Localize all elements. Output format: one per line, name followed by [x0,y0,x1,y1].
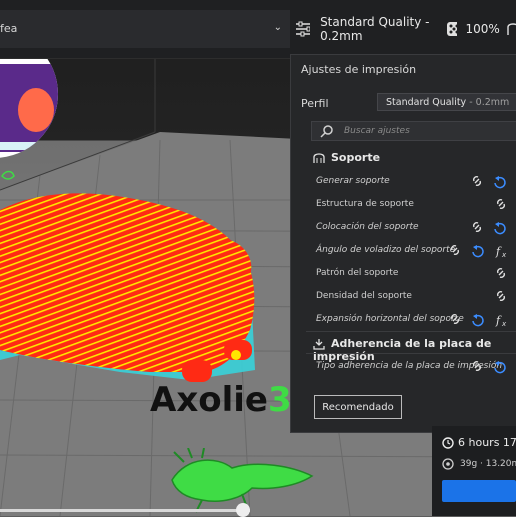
support-category-icon [313,153,325,163]
search-settings-input[interactable]: Buscar ajustes [311,121,516,141]
setting-row[interactable]: Densidad del soporte [316,288,516,306]
spool-icon [442,458,454,470]
chevron-down-icon: ⌄ [273,22,282,33]
row-icons [473,176,506,189]
divider [306,353,516,354]
setting-row[interactable]: Generar soporte [316,173,516,191]
layer-slider-handle[interactable] [236,503,250,517]
divider [306,331,516,332]
link-icon [497,268,505,278]
category-support[interactable]: Soporte [313,151,380,164]
setting-label: Densidad del soporte [316,291,412,301]
svg-text:f: f [495,314,502,327]
profile-suffix: - 0.2mm [466,97,510,108]
link-icon [473,176,481,186]
print-settings-panel: Ajustes de impresión Perfil Standard Qua… [290,54,516,433]
setting-row[interactable]: Tipo adherencia de la placa de impresión [316,358,516,376]
small-logo-icon [1,170,15,180]
profile-dropdown[interactable]: Standard Quality - 0.2mm [377,93,516,111]
infill-percent: 100% [465,22,500,36]
print-estimate: 6 hours 17 m 39g · 13.20m · [432,426,516,516]
material-label: fea [0,22,18,35]
print-settings-summary[interactable]: Standard Quality - 0.2mm 100% [294,10,516,48]
print-time: 6 hours 17 m [458,436,516,449]
link-icon [497,199,505,209]
setting-row[interactable]: Ángulo de voladizo del soporte fx [316,242,516,260]
setting-row[interactable]: Expansión horizontal del soporte fx [316,311,516,329]
setting-row[interactable]: Colocación del soporte [316,219,516,237]
setting-label: Patrón del soporte [316,268,399,278]
adhesion-category-icon [313,339,325,350]
layer-slider-track[interactable] [0,509,250,512]
support-icon [507,23,516,35]
model-body [0,193,255,372]
setting-row[interactable]: Estructura de soporte [316,196,516,214]
setting-label: Colocación del soporte [316,222,419,232]
svg-text:x: x [501,251,507,259]
profile-label: Perfil [301,97,329,110]
setting-label: Estructura de soporte [316,199,414,209]
row-icons: fx [451,245,507,259]
search-placeholder: Buscar ajustes [344,126,410,136]
reset-icon [494,176,506,189]
clock-icon [442,437,454,449]
material-usage: 39g · 13.20m · [460,459,516,469]
setting-row[interactable]: Patrón del soporte [316,265,516,283]
row-icons: fx [451,314,507,328]
row-icons [473,361,506,374]
setting-label: Generar soporte [316,176,390,186]
setting-label: Ángulo de voladizo del soporte [316,245,456,255]
material-selector[interactable]: fea ⌄ [0,10,290,48]
search-icon [320,125,333,138]
slice-button[interactable] [442,480,516,502]
settings-sliders-icon [296,21,311,37]
setting-label: Expansión horizontal del soporte [316,314,464,324]
link-icon [497,291,505,301]
svg-text:x: x [501,320,507,328]
quality-label: Standard Quality - 0.2mm [320,15,430,43]
top-toolbar: fea ⌄ Standard Quality - 0.2mm 100% [0,0,516,59]
svg-text:f: f [495,245,502,258]
recommended-button[interactable]: Recomendado [314,395,402,419]
row-icons [473,222,506,235]
profile-value: Standard Quality [386,97,467,108]
panel-title: Ajustes de impresión [301,63,417,76]
infill-icon [446,22,458,36]
support-category-label: Soporte [331,151,381,164]
